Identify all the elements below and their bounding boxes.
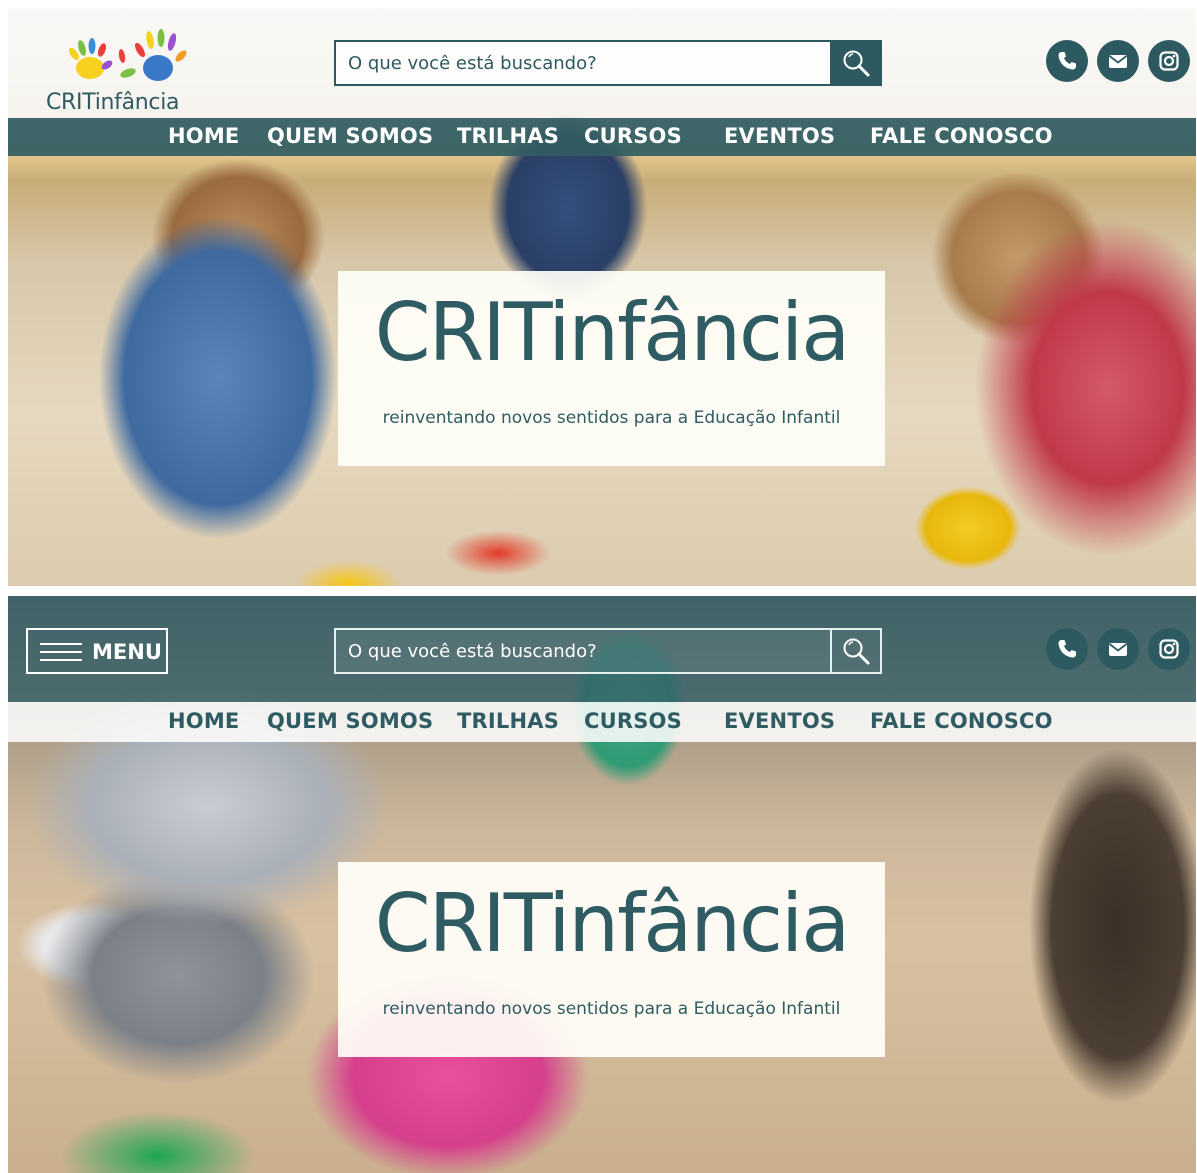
hero-subtitle: reinventando novos sentidos para a Educa… [382,999,841,1019]
hero-title: CRITinfância [374,286,851,379]
main-nav: HOME QUEM SOMOS TRILHAS CURSOS EVENTOS F… [8,118,1196,156]
nav-item-fale-conosco[interactable]: FALE CONOSCO [870,709,1053,733]
nav-item-home[interactable]: HOME [168,709,239,733]
search-bar [334,40,882,86]
menu-button-label: MENU [92,640,162,664]
logo[interactable]: CRITinfância [46,18,206,116]
phone-button[interactable] [1046,40,1088,82]
hero-card: CRITinfância reinventando novos sentidos… [338,271,885,466]
instagram-icon [1159,639,1179,659]
magnifier-icon [843,638,870,665]
header-mockup-variant-2: MENU O que você está buscando? HOME QUEM… [8,596,1196,1173]
phone-icon [1058,640,1076,658]
nav-item-eventos[interactable]: EVENTOS [724,124,835,148]
nav-item-eventos[interactable]: EVENTOS [724,709,835,733]
header-mockup-variant-1: CRITinfância O que você está buscando? H… [8,8,1196,586]
hero-card: CRITinfância reinventando novos sentidos… [338,862,885,1057]
phone-button[interactable] [1046,628,1088,670]
email-button[interactable] [1097,628,1139,670]
nav-item-cursos[interactable]: CURSOS [584,124,682,148]
instagram-button[interactable] [1148,40,1190,82]
search-input[interactable] [334,628,832,674]
main-nav: HOME QUEM SOMOS TRILHAS CURSOS EVENTOS F… [8,702,1196,742]
logo-text: CRITinfância [46,90,180,115]
email-button[interactable] [1097,40,1139,82]
nav-item-cursos[interactable]: CURSOS [584,709,682,733]
search-button[interactable] [830,40,882,86]
search-button[interactable] [830,628,882,674]
search-input[interactable] [334,40,832,86]
hamburger-icon [40,641,82,663]
nav-item-quem-somos[interactable]: QUEM SOMOS [267,709,433,733]
phone-icon [1058,52,1076,70]
nav-item-fale-conosco[interactable]: FALE CONOSCO [870,124,1053,148]
hero-title: CRITinfância [374,877,851,970]
handprints-icon [69,29,187,81]
menu-button[interactable]: MENU [26,628,168,674]
envelope-icon [1108,643,1128,656]
nav-item-trilhas[interactable]: TRILHAS [457,124,559,148]
social-links [1046,628,1190,672]
instagram-icon [1159,51,1179,71]
instagram-button[interactable] [1148,628,1190,670]
hero-subtitle: reinventando novos sentidos para a Educa… [382,408,841,428]
search-bar [334,628,882,674]
magnifier-icon [843,50,870,77]
nav-item-quem-somos[interactable]: QUEM SOMOS [267,124,433,148]
social-links [1046,40,1190,84]
nav-item-trilhas[interactable]: TRILHAS [457,709,559,733]
nav-item-home[interactable]: HOME [168,124,239,148]
envelope-icon [1108,55,1128,68]
